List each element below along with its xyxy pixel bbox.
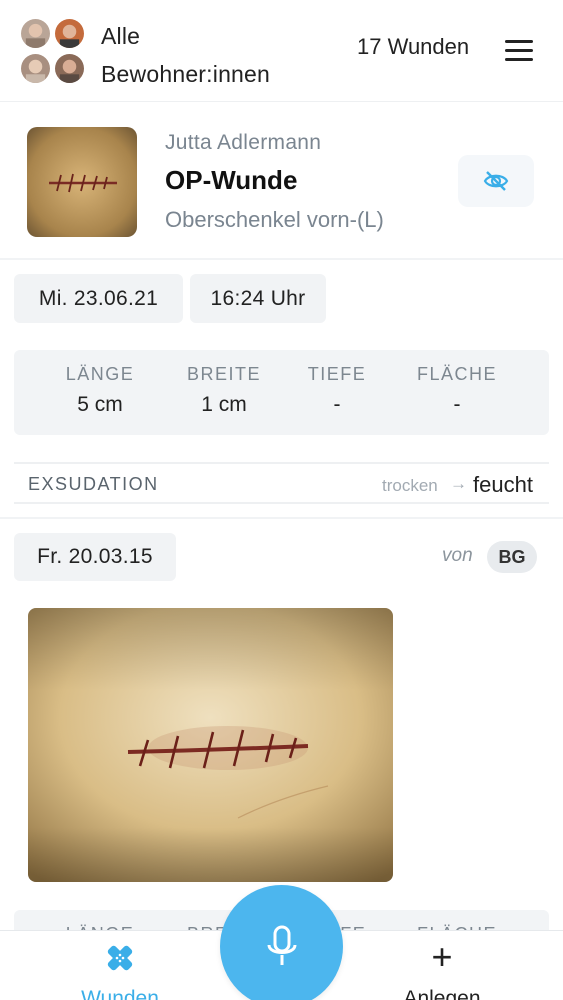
measurement-label: LÄNGE xyxy=(65,364,135,384)
measurement-area: FLÄCHE - xyxy=(402,364,512,417)
entry-time-chip[interactable]: 16:24 Uhr xyxy=(190,274,326,323)
bandage-icon xyxy=(107,945,133,971)
avatar xyxy=(20,18,51,49)
microphone-icon xyxy=(267,925,296,965)
visibility-toggle-button[interactable] xyxy=(458,155,534,207)
exsudation-row: EXSUDATION trocken → feucht xyxy=(14,462,549,504)
nav-wounds[interactable]: Wunden xyxy=(50,931,190,1000)
measurement-length: LÄNGE 5 cm xyxy=(45,364,155,417)
exsudation-current: feucht xyxy=(473,472,533,497)
measurement-value: 5 cm xyxy=(77,393,123,416)
wound-thumbnail[interactable] xyxy=(27,127,137,237)
wound-count: 17 Wunden xyxy=(357,34,470,59)
exsudation-label: EXSUDATION xyxy=(28,474,159,494)
hamburger-menu-icon[interactable] xyxy=(505,40,533,62)
author-label: von xyxy=(442,545,473,566)
entry-divider xyxy=(0,517,563,519)
wound-location: Oberschenkel vorn-(L) xyxy=(165,207,384,232)
avatar xyxy=(54,53,85,84)
measurement-value: 1 cm xyxy=(201,393,247,416)
avatar xyxy=(20,53,51,84)
measurement-label: BREITE xyxy=(186,364,261,384)
avatar xyxy=(54,18,85,49)
resident-filter[interactable]: Alle Bewohner:innen xyxy=(101,17,270,93)
nav-create[interactable]: + Anlegen xyxy=(372,931,512,1000)
plus-icon: + xyxy=(431,936,453,977)
measurement-width: BREITE 1 cm xyxy=(169,364,279,417)
wound-photo[interactable] xyxy=(28,608,393,882)
resident-avatars[interactable] xyxy=(20,18,88,86)
measurement-label: TIEFE xyxy=(307,364,367,384)
wound-summary: Jutta Adlermann OP-Wunde Oberschenkel vo… xyxy=(0,103,563,260)
measurements-panel: LÄNGE 5 cm BREITE 1 cm TIEFE - FLÄCHE - xyxy=(14,350,549,435)
resident-filter-line2: Bewohner:innen xyxy=(101,61,271,87)
measurement-value: - xyxy=(333,393,341,416)
app-header: Alle Bewohner:innen 17 Wunden xyxy=(0,0,563,102)
measurement-depth: TIEFE - xyxy=(282,364,392,417)
eye-off-icon xyxy=(483,171,509,191)
voice-record-button[interactable] xyxy=(220,885,343,1000)
resident-filter-line1: Alle xyxy=(101,23,141,49)
measurement-label: FLÄCHE xyxy=(416,364,497,384)
arrow-right-icon: → xyxy=(450,474,467,493)
measurement-value: - xyxy=(453,393,461,416)
patient-name: Jutta Adlermann xyxy=(165,131,322,154)
entry-date-chip[interactable]: Mi. 23.06.21 xyxy=(14,274,183,323)
wound-type: OP-Wunde xyxy=(165,165,298,195)
author-initials-badge[interactable]: BG xyxy=(487,541,537,573)
nav-wounds-label: Wunden xyxy=(81,987,159,1000)
nav-create-label: Anlegen xyxy=(403,987,481,1000)
entry-date-chip[interactable]: Fr. 20.03.15 xyxy=(14,533,176,581)
exsudation-previous: trocken xyxy=(382,476,438,495)
